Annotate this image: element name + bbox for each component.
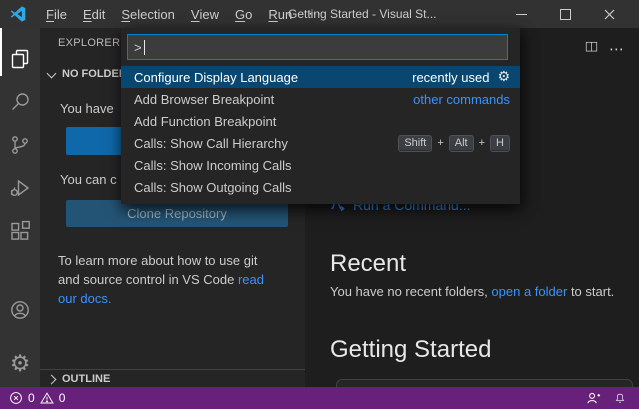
minimize-button[interactable] [499, 0, 543, 28]
open-folder-hint: You have [60, 101, 114, 116]
editor-toolbar: ⋯ [584, 40, 625, 59]
menu-view[interactable]: View [183, 0, 227, 28]
error-icon [9, 391, 23, 405]
more-actions-button[interactable]: ⋯ [609, 43, 625, 57]
key-alt: Alt [449, 135, 474, 152]
section-no-folder[interactable]: NO FOLDER [46, 68, 127, 80]
recent-empty-text: You have no recent folders, open a folde… [330, 284, 614, 299]
warning-icon [40, 391, 54, 405]
clone-repository-button[interactable]: Clone Repository [66, 200, 288, 227]
vscode-logo-icon [10, 6, 26, 22]
text-cursor [144, 40, 145, 55]
activity-explorer[interactable] [8, 47, 32, 71]
command-item-show-outgoing-calls[interactable]: Calls: Show Outgoing Calls [121, 176, 520, 198]
split-editor-icon [584, 40, 599, 54]
activity-settings[interactable]: ⚙ [8, 352, 32, 376]
minimize-icon [516, 14, 527, 15]
menu-selection[interactable]: Selection [113, 0, 182, 28]
command-item-show-call-hierarchy[interactable]: Calls: Show Call Hierarchy Shift + Alt +… [121, 132, 520, 154]
chevron-right-icon [47, 374, 57, 384]
window-title: Getting Started - Visual St... [288, 0, 437, 28]
chevron-down-icon [47, 68, 57, 78]
command-item-configure-display-language[interactable]: Configure Display Language recently used… [121, 66, 520, 88]
status-bar: 0 0 [0, 387, 639, 409]
bell-icon[interactable] [613, 391, 627, 406]
gear-icon: ⚙ [8, 352, 32, 376]
files-icon [8, 47, 32, 71]
activity-bar: ⚙ [0, 28, 40, 387]
key-h: H [490, 135, 510, 152]
vscode-window: File Edit Selection View Go Run ⋯ Gettin… [0, 0, 639, 409]
section-no-folder-label: NO FOLDER [62, 68, 127, 80]
command-list: Configure Display Language recently used… [121, 66, 520, 198]
menu-edit[interactable]: Edit [75, 0, 113, 28]
close-button[interactable] [587, 0, 631, 28]
feedback-icon[interactable] [586, 391, 601, 406]
section-outline-label: OUTLINE [62, 373, 110, 385]
command-palette: > Configure Display Language recently us… [121, 28, 520, 204]
window-controls [499, 0, 631, 28]
command-item-add-browser-breakpoint[interactable]: Add Browser Breakpoint other commands [121, 88, 520, 110]
getting-started-heading: Getting Started [330, 336, 491, 364]
command-palette-input[interactable]: > [127, 34, 508, 60]
search-icon [8, 90, 32, 114]
problems-status[interactable]: 0 0 [0, 391, 65, 405]
activity-accounts[interactable] [8, 298, 32, 322]
split-editor-button[interactable] [584, 40, 599, 59]
activity-search[interactable] [8, 90, 32, 114]
close-icon [604, 9, 615, 20]
other-commands-label: other commands [413, 92, 510, 107]
keybinding: Shift + Alt + H [398, 135, 510, 152]
activity-run-debug[interactable] [8, 176, 32, 200]
warning-count: 0 [59, 391, 66, 405]
command-item-add-function-breakpoint[interactable]: Add Function Breakpoint [121, 110, 520, 132]
git-learn-more-text: To learn more about how to use git and s… [58, 251, 270, 308]
status-right [586, 391, 639, 406]
clone-hint: You can c [60, 172, 117, 187]
activity-extensions[interactable] [8, 219, 32, 243]
maximize-button[interactable] [543, 0, 587, 28]
source-control-icon [8, 133, 32, 157]
account-icon [8, 298, 32, 322]
sidebar-title: EXPLORER [58, 37, 120, 49]
key-shift: Shift [398, 135, 432, 152]
command-item-show-incoming-calls[interactable]: Calls: Show Incoming Calls [121, 154, 520, 176]
recent-heading: Recent [330, 250, 406, 278]
section-outline[interactable]: OUTLINE [40, 369, 305, 388]
open-a-folder-link[interactable]: open a folder [491, 284, 567, 299]
error-count: 0 [28, 391, 35, 405]
run-debug-icon [8, 176, 32, 200]
recently-used-label: recently used [412, 70, 489, 85]
menu-file[interactable]: File [38, 0, 75, 28]
active-view-indicator [0, 28, 2, 76]
activity-source-control[interactable] [8, 133, 32, 157]
title-bar: File Edit Selection View Go Run ⋯ Gettin… [0, 0, 639, 28]
menu-go[interactable]: Go [227, 0, 260, 28]
menu-bar: File Edit Selection View Go Run ⋯ [38, 0, 329, 28]
maximize-icon [560, 9, 571, 20]
command-prefix: > [134, 40, 142, 55]
extensions-icon [8, 219, 32, 243]
configure-gear-icon[interactable]: ⚙ [497, 70, 510, 84]
